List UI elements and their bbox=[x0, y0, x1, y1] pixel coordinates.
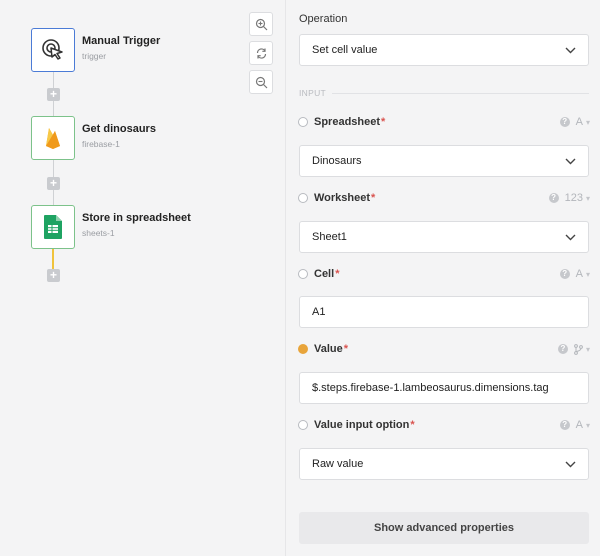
reset-zoom-button[interactable] bbox=[249, 41, 273, 65]
chevron-down-icon: ▾ bbox=[585, 344, 590, 354]
node-title: Manual Trigger bbox=[82, 35, 161, 47]
zoom-in-button[interactable] bbox=[249, 12, 273, 36]
refresh-icon bbox=[256, 47, 266, 59]
help-icon[interactable]: ? bbox=[559, 269, 570, 279]
field-row-spreadsheet: Spreadsheet * ? A ▾ bbox=[298, 114, 590, 130]
chevron-down-icon: ▾ bbox=[585, 269, 590, 279]
field-toggle-radio[interactable] bbox=[298, 269, 308, 279]
field-toggle-radio[interactable] bbox=[298, 344, 308, 354]
zoom-out-button[interactable] bbox=[249, 70, 273, 94]
chevron-down-icon bbox=[565, 158, 576, 164]
chevron-down-icon bbox=[565, 47, 576, 53]
zoom-out-icon bbox=[255, 76, 267, 88]
chevron-down-icon bbox=[565, 234, 576, 240]
chevron-down-icon: ▾ bbox=[585, 117, 590, 127]
chevron-down-icon: ▾ bbox=[585, 420, 590, 430]
help-icon[interactable]: ? bbox=[559, 420, 570, 430]
operation-select[interactable]: Set cell value bbox=[299, 34, 589, 66]
node-subtitle: firebase-1 bbox=[82, 139, 120, 149]
value-input-option-select[interactable]: Raw value bbox=[299, 448, 589, 480]
worksheet-select[interactable]: Sheet1 bbox=[299, 221, 589, 253]
type-selector[interactable]: ▾ bbox=[574, 343, 590, 355]
branch-icon bbox=[574, 343, 583, 355]
node-get-dinosaurs[interactable] bbox=[31, 116, 75, 160]
help-icon[interactable]: ? bbox=[559, 117, 570, 127]
zoom-in-icon bbox=[255, 18, 267, 30]
step-config-panel: Operation Set cell value INPUT Spreadshe… bbox=[287, 0, 600, 556]
add-step-button[interactable]: + bbox=[47, 177, 60, 190]
firebase-icon bbox=[46, 128, 60, 149]
help-icon[interactable]: ? bbox=[557, 344, 568, 354]
value-input[interactable]: $.steps.firebase-1.lambeosaurus.dimensio… bbox=[299, 372, 589, 404]
field-row-value-input-option: Value input option * ? A ▾ bbox=[298, 417, 590, 433]
type-selector[interactable]: 123 ▾ bbox=[565, 192, 590, 204]
node-manual-trigger[interactable] bbox=[31, 28, 75, 72]
cursor-click-icon bbox=[42, 39, 63, 60]
add-step-button[interactable]: + bbox=[47, 88, 60, 101]
type-selector[interactable]: A ▾ bbox=[576, 419, 590, 431]
node-title: Store in spreadsheet bbox=[82, 212, 191, 224]
field-toggle-radio[interactable] bbox=[298, 117, 308, 127]
node-title: Get dinosaurs bbox=[82, 123, 156, 135]
section-input-title: INPUT bbox=[299, 87, 589, 99]
show-advanced-properties-button[interactable]: Show advanced properties bbox=[299, 512, 589, 544]
add-step-button[interactable]: + bbox=[47, 269, 60, 282]
field-row-cell: Cell * ? A ▾ bbox=[298, 266, 590, 282]
cell-input[interactable]: A1 bbox=[299, 296, 589, 328]
operation-value: Set cell value bbox=[312, 44, 378, 56]
google-sheets-icon bbox=[44, 215, 62, 239]
operation-label: Operation bbox=[299, 13, 348, 25]
active-connector-line bbox=[52, 249, 54, 269]
field-row-worksheet: Worksheet * ? 123 ▾ bbox=[298, 190, 590, 206]
field-toggle-radio[interactable] bbox=[298, 420, 308, 430]
node-subtitle: sheets-1 bbox=[82, 228, 115, 238]
node-subtitle: trigger bbox=[82, 51, 107, 61]
chevron-down-icon: ▾ bbox=[585, 193, 590, 203]
field-toggle-radio[interactable] bbox=[298, 193, 308, 203]
flow-canvas: + + + Manual Trigger trigger Get dinosau… bbox=[0, 0, 286, 556]
node-store-in-spreadsheet[interactable] bbox=[31, 205, 75, 249]
chevron-down-icon bbox=[565, 461, 576, 467]
field-row-value: Value * ? ▾ bbox=[298, 341, 590, 357]
spreadsheet-select[interactable]: Dinosaurs bbox=[299, 145, 589, 177]
type-selector[interactable]: A ▾ bbox=[576, 116, 590, 128]
type-selector[interactable]: A ▾ bbox=[576, 268, 590, 280]
help-icon[interactable]: ? bbox=[548, 193, 559, 203]
